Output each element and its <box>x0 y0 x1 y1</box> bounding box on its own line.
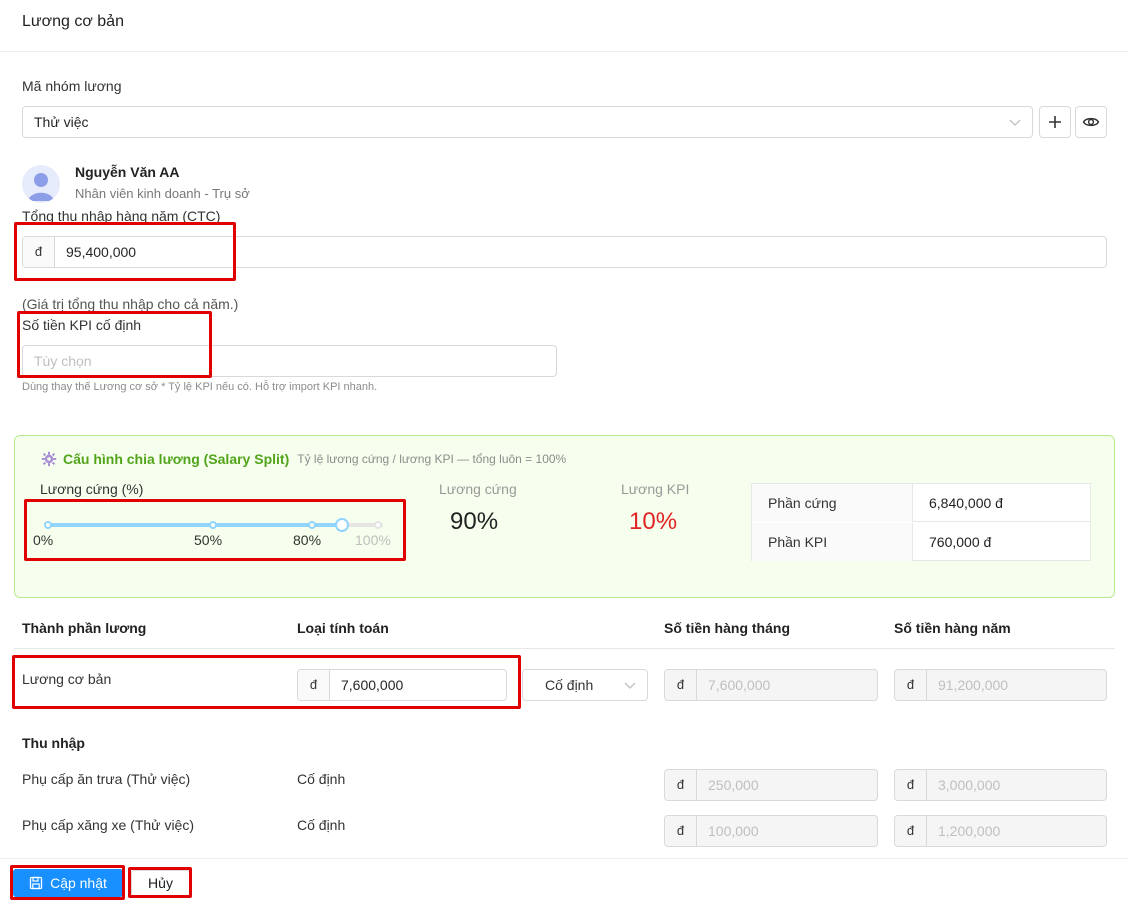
slider-mark-dot[interactable] <box>308 521 316 529</box>
slider-track <box>48 523 342 527</box>
ctc-input[interactable]: đ 95,400,000 <box>22 236 1107 268</box>
base-salary-label: Lương cơ bản <box>22 671 112 687</box>
base-monthly-input: đ 7,600,000 <box>664 669 878 701</box>
table-divider <box>14 648 1115 649</box>
currency-prefix: đ <box>665 670 697 700</box>
income-section-title: Thu nhập <box>22 735 85 751</box>
income-row-label: Phụ cấp xăng xe (Thử việc) <box>22 817 195 833</box>
income-monthly-input: đ 250,000 <box>664 769 878 801</box>
salary-group-label: Mã nhóm lương <box>22 78 122 94</box>
base-calc-type-select[interactable]: Cố định <box>522 669 648 701</box>
chevron-down-icon <box>624 682 636 689</box>
page-header: Lương cơ bản <box>0 0 1129 52</box>
kpi-fixed-placeholder: Tùy chọn <box>34 353 92 369</box>
column-header-monthly: Số tiền hàng tháng <box>664 620 790 636</box>
ctc-note: (Giá trị tổng thu nhập cho cả năm.) <box>22 296 239 312</box>
add-salary-group-button[interactable] <box>1039 106 1071 138</box>
base-monthly-value: 7,600,000 <box>708 677 771 693</box>
summary-value: 760,000 đ <box>929 534 992 550</box>
base-annual-value: 91,200,000 <box>938 677 1009 693</box>
employee-name: Nguyễn Văn AA <box>75 164 180 180</box>
ctc-value: 95,400,000 <box>66 244 137 260</box>
slider-mark-label: 0% <box>33 532 54 548</box>
gear-icon <box>41 451 57 467</box>
salary-split-title: Cấu hình chia lương (Salary Split) <box>63 451 290 467</box>
ctc-label: Tổng thu nhập hàng năm (CTC) <box>22 208 221 224</box>
slider-mark-label: 80% <box>293 532 322 548</box>
update-button-label: Cập nhật <box>50 875 107 891</box>
kpi-salary-stat-value: 10% <box>629 508 678 535</box>
currency-prefix: đ <box>895 670 927 700</box>
income-monthly-value: 100,000 <box>708 823 759 839</box>
slider-handle[interactable] <box>335 518 349 532</box>
hard-salary-stat-value: 90% <box>450 508 499 535</box>
slider-mark-label: 50% <box>194 532 223 548</box>
summary-key: Phần cứng <box>752 484 913 522</box>
income-annual-value: 3,000,000 <box>938 777 1001 793</box>
slider-mark-dot[interactable] <box>44 521 52 529</box>
page-title: Lương cơ bản <box>22 13 124 30</box>
plus-icon <box>1049 116 1061 128</box>
kpi-salary-stat-label: Lương KPI <box>621 481 690 497</box>
avatar <box>22 165 60 203</box>
slider-mark-dot[interactable] <box>374 521 382 529</box>
income-row-calc-type: Cố định <box>297 817 346 833</box>
base-salary-value: 7,600,000 <box>341 677 404 693</box>
income-row-label: Phụ cấp ăn trưa (Thử việc) <box>22 771 191 787</box>
base-salary-input[interactable]: đ 7,600,000 <box>297 669 507 701</box>
kpi-fixed-label: Số tiền KPI cố định <box>22 317 142 333</box>
salary-group-value: Thử việc <box>34 114 89 130</box>
salary-split-heading: Cấu hình chia lương (Salary Split) Tỷ lệ… <box>41 451 566 467</box>
eye-icon <box>1082 117 1100 127</box>
base-calc-type-value: Cố định <box>545 677 594 693</box>
column-header-annual: Số tiền hàng năm <box>894 620 1011 636</box>
summary-value: 6,840,000 đ <box>929 495 1003 511</box>
income-annual-value: 1,200,000 <box>938 823 1001 839</box>
user-icon <box>28 173 54 201</box>
update-button[interactable]: Cập nhật <box>13 869 123 897</box>
column-header-component: Thành phần lương <box>22 620 147 636</box>
view-salary-group-button[interactable] <box>1075 106 1107 138</box>
save-icon <box>29 876 43 890</box>
hard-salary-stat-label: Lương cứng <box>439 481 517 497</box>
salary-split-panel: Cấu hình chia lương (Salary Split) Tỷ lệ… <box>14 435 1115 598</box>
currency-prefix: đ <box>23 237 55 267</box>
chevron-down-icon <box>1009 119 1021 126</box>
base-annual-input: đ 91,200,000 <box>894 669 1107 701</box>
cancel-button-label: Hủy <box>148 875 173 891</box>
currency-prefix: đ <box>298 670 330 700</box>
currency-prefix: đ <box>895 816 927 846</box>
summary-row: Phần cứng 6,840,000 đ <box>752 484 1090 522</box>
salary-split-subtitle: Tỷ lệ lương cứng / lương KPI — tổng luôn… <box>297 452 567 466</box>
income-annual-input: đ 3,000,000 <box>894 769 1107 801</box>
slider-mark-dot[interactable] <box>209 521 217 529</box>
summary-row: Phần KPI 760,000 đ <box>752 523 1090 561</box>
split-summary-table: Phần cứng 6,840,000 đ Phần KPI 760,000 đ <box>751 483 1091 561</box>
salary-group-select[interactable]: Thử việc <box>22 106 1033 138</box>
income-monthly-value: 250,000 <box>708 777 759 793</box>
currency-prefix: đ <box>665 816 697 846</box>
income-monthly-input: đ 100,000 <box>664 815 878 847</box>
footer-divider <box>0 858 1129 859</box>
column-header-calc-type: Loại tính toán <box>297 620 389 636</box>
currency-prefix: đ <box>895 770 927 800</box>
slider-mark-label: 100% <box>355 532 391 548</box>
income-row-calc-type: Cố định <box>297 771 346 787</box>
employee-role: Nhân viên kinh doanh - Trụ sở <box>75 186 250 201</box>
kpi-fixed-hint: Dùng thay thế Lương cơ sở * Tỷ lệ KPI nế… <box>22 381 378 393</box>
currency-prefix: đ <box>665 770 697 800</box>
summary-key: Phần KPI <box>752 523 913 561</box>
income-annual-input: đ 1,200,000 <box>894 815 1107 847</box>
hard-salary-slider-label: Lương cứng (%) <box>40 481 144 497</box>
kpi-fixed-input[interactable]: Tùy chọn <box>22 345 557 377</box>
cancel-button[interactable]: Hủy <box>131 870 190 896</box>
